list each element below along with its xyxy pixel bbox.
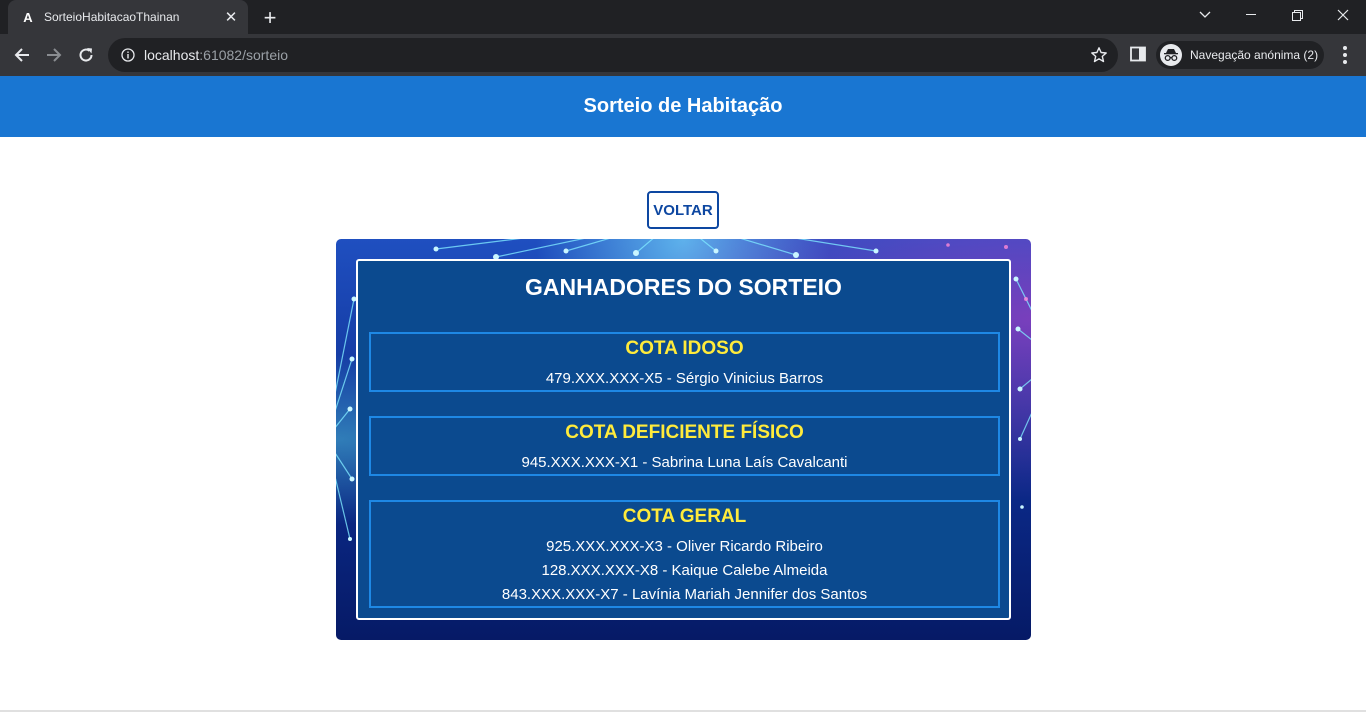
back-arrow-icon[interactable] xyxy=(8,41,36,69)
side-panel-icon[interactable] xyxy=(1130,46,1146,62)
address-bar[interactable]: localhost:61082/sorteio xyxy=(108,38,1118,72)
results-card: GANHADORES DO SORTEIO COTA IDOSO 479.XXX… xyxy=(336,239,1031,640)
cota-idoso-section: COTA IDOSO 479.XXX.XXX-X5 - Sérgio Vinic… xyxy=(369,332,1000,392)
incognito-icon xyxy=(1160,44,1182,66)
cota-geral-section: COTA GERAL 925.XXX.XXX-X3 - Oliver Ricar… xyxy=(369,500,1000,608)
cota-deficiente-fisico-section: COTA DEFICIENTE FÍSICO 945.XXX.XXX-X1 - … xyxy=(369,416,1000,476)
close-window-icon[interactable] xyxy=(1320,0,1366,30)
winner-entry: 843.XXX.XXX-X7 - Lavínia Mariah Jennifer… xyxy=(501,586,868,603)
browser-tabstrip: A SorteioHabitacaoThainan ✕ + xyxy=(0,0,1366,34)
app-header: Sorteio de Habitação xyxy=(0,76,1366,137)
cota-title: COTA DEFICIENTE FÍSICO xyxy=(565,422,804,443)
tab-search-chevron-icon[interactable] xyxy=(1182,0,1228,30)
angular-logo-icon: A xyxy=(23,9,33,25)
browser-toolbar: localhost:61082/sorteio Navegação anónim… xyxy=(0,34,1366,76)
back-button[interactable]: VOLTAR xyxy=(647,191,719,229)
site-info-icon[interactable] xyxy=(120,47,136,63)
reload-icon[interactable] xyxy=(72,41,100,69)
bookmark-star-icon[interactable] xyxy=(1090,46,1108,64)
winners-panel: GANHADORES DO SORTEIO COTA IDOSO 479.XXX… xyxy=(356,259,1011,620)
incognito-label: Navegação anónima (2) xyxy=(1190,48,1319,62)
forward-arrow-icon[interactable] xyxy=(40,41,68,69)
minimize-icon[interactable] xyxy=(1228,0,1274,30)
winner-entry: 479.XXX.XXX-X5 - Sérgio Vinicius Barros xyxy=(545,370,824,387)
winner-entry: 945.XXX.XXX-X1 - Sabrina Luna Laís Caval… xyxy=(521,454,848,471)
incognito-indicator[interactable]: Navegação anónima (2) xyxy=(1156,41,1324,69)
restore-icon[interactable] xyxy=(1274,0,1320,30)
browser-menu-icon[interactable] xyxy=(1336,46,1354,64)
tab-title: SorteioHabitacaoThainan xyxy=(44,10,180,24)
cota-title: COTA IDOSO xyxy=(625,338,744,359)
cota-title: COTA GERAL xyxy=(622,506,747,527)
close-tab-icon[interactable]: ✕ xyxy=(222,8,240,26)
page-title: Sorteio de Habitação xyxy=(583,95,783,117)
winners-title: GANHADORES DO SORTEIO xyxy=(525,274,842,300)
browser-tab[interactable]: A SorteioHabitacaoThainan ✕ xyxy=(8,0,248,34)
new-tab-icon[interactable]: + xyxy=(258,5,282,30)
url-host: localhost xyxy=(144,47,200,63)
url-path: :61082/sorteio xyxy=(199,47,288,63)
winner-entry: 925.XXX.XXX-X3 - Oliver Ricardo Ribeiro xyxy=(546,538,823,555)
winner-entry: 128.XXX.XXX-X8 - Kaique Calebe Almeida xyxy=(541,562,828,579)
